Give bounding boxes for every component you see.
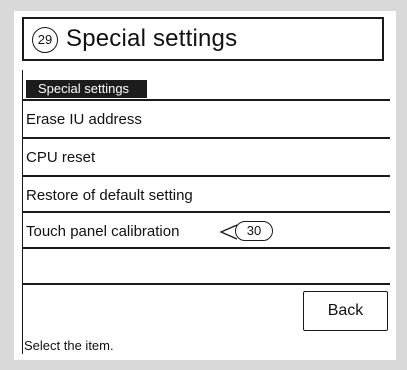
divider [23, 247, 390, 249]
title-bar: 29 Special settings [22, 17, 384, 61]
settings-screen: 29 Special settings Special settings Era… [14, 11, 396, 360]
reference-callout: 30 [219, 221, 279, 243]
menu-item-touch-panel-calibration[interactable]: Touch panel calibration [26, 215, 388, 249]
divider [23, 175, 390, 177]
menu-item-erase-iu-address[interactable]: Erase IU address [26, 103, 388, 137]
divider [23, 137, 390, 139]
step-number-badge: 29 [32, 27, 58, 53]
divider [23, 283, 390, 285]
menu-item-empty[interactable] [26, 251, 388, 285]
section-header: Special settings [26, 80, 147, 98]
menu-item-restore-default-setting[interactable]: Restore of default setting [26, 179, 388, 213]
page-title: Special settings [66, 25, 238, 52]
menu-item-cpu-reset[interactable]: CPU reset [26, 141, 388, 175]
back-button[interactable]: Back [303, 291, 388, 331]
status-message: Select the item. [24, 338, 114, 353]
callout-number: 30 [235, 221, 273, 241]
divider [23, 211, 390, 213]
divider [23, 99, 390, 101]
